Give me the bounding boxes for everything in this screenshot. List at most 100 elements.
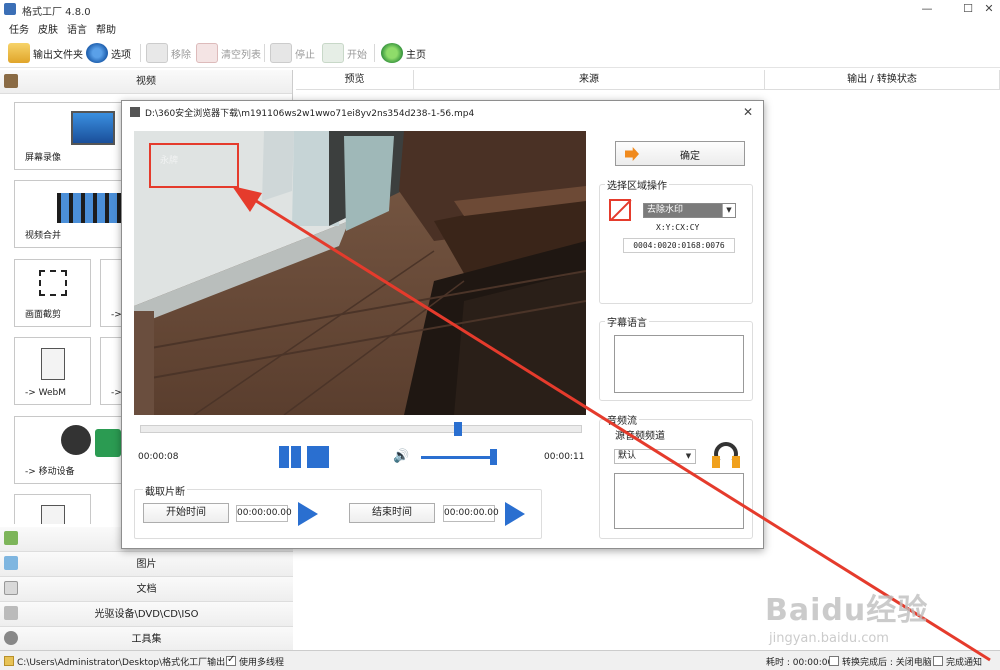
gear-icon	[86, 43, 108, 63]
webm-file-icon	[41, 348, 65, 380]
audio-section: 音频流 源音频频道 默认 ▼	[599, 412, 753, 539]
headphones-icon[interactable]	[712, 442, 740, 468]
remove-icon	[146, 43, 168, 63]
audio-channel-label: 源音频频道	[615, 431, 665, 442]
clip-section-label: 截取片断	[143, 483, 187, 498]
play-start-icon[interactable]	[298, 502, 318, 526]
crop-icon[interactable]	[609, 199, 631, 221]
tile-crop[interactable]: 画面截剪	[14, 259, 91, 327]
watermark-url: jingyan.baidu.com	[769, 631, 889, 646]
multithread-checkbox[interactable]: 使用多线程	[226, 654, 284, 668]
play-icon	[322, 43, 344, 63]
phone-icon	[95, 429, 121, 457]
column-source[interactable]: 来源	[414, 70, 765, 90]
minimize-button[interactable]: —	[916, 1, 938, 17]
region-section-label: 选择区域操作	[605, 177, 669, 192]
file-icon	[41, 505, 65, 524]
column-output-status[interactable]: 输出 / 转换状态	[765, 70, 1000, 90]
volume-icon[interactable]: 🔊	[393, 449, 409, 464]
music-note-icon	[4, 531, 18, 545]
volume-slider[interactable]	[421, 449, 497, 465]
folder-icon	[8, 43, 30, 63]
start-time-field[interactable]: 00:00:00.00	[236, 505, 292, 522]
options-button[interactable]: 选项	[86, 42, 131, 64]
crop-check-icon	[39, 270, 67, 296]
volume-handle[interactable]	[490, 449, 497, 465]
close-button[interactable]: ✕	[978, 1, 1000, 17]
tile-mobile[interactable]: -> 移动设备	[14, 416, 124, 484]
window-titlebar: 格式工厂 4.8.0 — ☐ ✕	[0, 0, 1000, 18]
play-end-icon[interactable]	[505, 502, 525, 526]
end-time: 00:00:11	[544, 452, 585, 462]
chevron-down-icon: ▼	[722, 204, 735, 217]
seek-bar[interactable]	[140, 422, 582, 436]
stop-button[interactable]: 停止	[270, 42, 315, 64]
ok-button[interactable]: 确定	[615, 141, 745, 166]
dialog-close-button[interactable]: ✕	[743, 105, 753, 119]
disc-drive-icon	[4, 606, 18, 620]
start-button[interactable]: 开始	[322, 42, 367, 64]
globe-icon	[381, 43, 403, 63]
menu-language[interactable]: 语言	[67, 21, 87, 36]
tile-webm[interactable]: -> WebM	[14, 337, 91, 405]
seek-handle[interactable]	[454, 422, 462, 436]
toolbar-separator	[264, 44, 265, 62]
screen-record-icon	[71, 111, 115, 145]
menu-skin[interactable]: 皮肤	[38, 21, 58, 36]
clip-section: 截取片断 开始时间 00:00:00.00 结束时间 00:00:00.00	[134, 483, 542, 539]
clear-list-button[interactable]: 清空列表	[196, 42, 261, 64]
stop-icon	[270, 43, 292, 63]
document-icon	[4, 581, 18, 595]
start-time-button[interactable]: 开始时间	[143, 503, 229, 523]
baidu-watermark: Baidu经验 jingyan.baidu.com	[765, 585, 928, 646]
tile-video-join[interactable]: 视频合并	[14, 180, 125, 248]
remove-button[interactable]: 移除	[146, 42, 191, 64]
audio-channel-select[interactable]: 默认 ▼	[614, 449, 696, 464]
audio-section-label: 音频流	[605, 412, 639, 427]
end-time-field[interactable]: 00:00:00.00	[443, 505, 499, 522]
coord-label: X:Y:CX:CY	[656, 223, 700, 232]
chevron-down-icon: ▼	[682, 450, 695, 463]
home-button[interactable]: 主页	[381, 42, 426, 64]
image-icon	[4, 556, 18, 570]
menu-help[interactable]: 帮助	[96, 21, 116, 36]
audio-track-list[interactable]	[614, 473, 744, 529]
subtitle-section: 字幕语言	[599, 314, 753, 401]
subtitle-list[interactable]	[614, 335, 744, 393]
tile-format[interactable]	[14, 494, 91, 524]
menu-task[interactable]: 任务	[9, 21, 29, 36]
folder-icon	[4, 656, 14, 666]
menu-bar: 任务 皮肤 语言 帮助	[0, 18, 1000, 38]
dialog-title: D:\360安全浏览器下载\m191106ws2w1wwo71ei8yv2ns3…	[145, 109, 475, 119]
file-icon	[130, 107, 140, 117]
pause-button[interactable]	[279, 446, 303, 468]
film-reel-icon	[61, 425, 91, 455]
region-section: 选择区域操作 去除水印 ▼ X:Y:CX:CY 0004:0020:0168:0…	[599, 177, 753, 304]
category-document[interactable]: 文档	[0, 577, 293, 602]
current-time: 00:00:08	[138, 452, 179, 462]
coord-value[interactable]: 0004:0020:0168:0076	[623, 238, 735, 253]
output-folder-button[interactable]: 输出文件夹	[8, 42, 83, 64]
notify-checkbox[interactable]: 完成通知	[933, 655, 982, 668]
elapsed-time: 耗时 : 00:00:00	[766, 658, 834, 668]
category-image[interactable]: 图片	[0, 552, 293, 577]
category-tools[interactable]: 工具集	[0, 627, 293, 652]
tools-icon	[4, 631, 18, 645]
toolbar: 输出文件夹 选项 移除 清空列表 停止 开始 主页	[0, 38, 1000, 68]
region-mode-select[interactable]: 去除水印 ▼	[643, 203, 736, 218]
shutdown-after-checkbox[interactable]: 转换完成后 : 关闭电脑	[829, 655, 932, 668]
stop-button[interactable]	[307, 446, 329, 468]
watermark-brand: Baidu经验	[765, 593, 929, 628]
output-path[interactable]: C:\Users\Administrator\Desktop\格式化工厂输出	[4, 655, 225, 668]
category-disc[interactable]: 光驱设备\DVD\CD\ISO	[0, 602, 293, 627]
maximize-button[interactable]: ☐	[957, 1, 979, 17]
column-preview[interactable]: 预览	[296, 70, 414, 90]
dialog-titlebar: D:\360安全浏览器下载\m191106ws2w1wwo71ei8yv2ns3…	[122, 101, 763, 123]
category-video[interactable]: 视频	[0, 70, 292, 94]
end-time-button[interactable]: 结束时间	[349, 503, 435, 523]
film-icon	[4, 74, 18, 88]
toolbar-separator	[374, 44, 375, 62]
tile-screen-record[interactable]: 屏幕录像	[14, 102, 124, 170]
app-icon	[4, 3, 16, 15]
video-preview[interactable]: 永牌	[134, 131, 586, 415]
